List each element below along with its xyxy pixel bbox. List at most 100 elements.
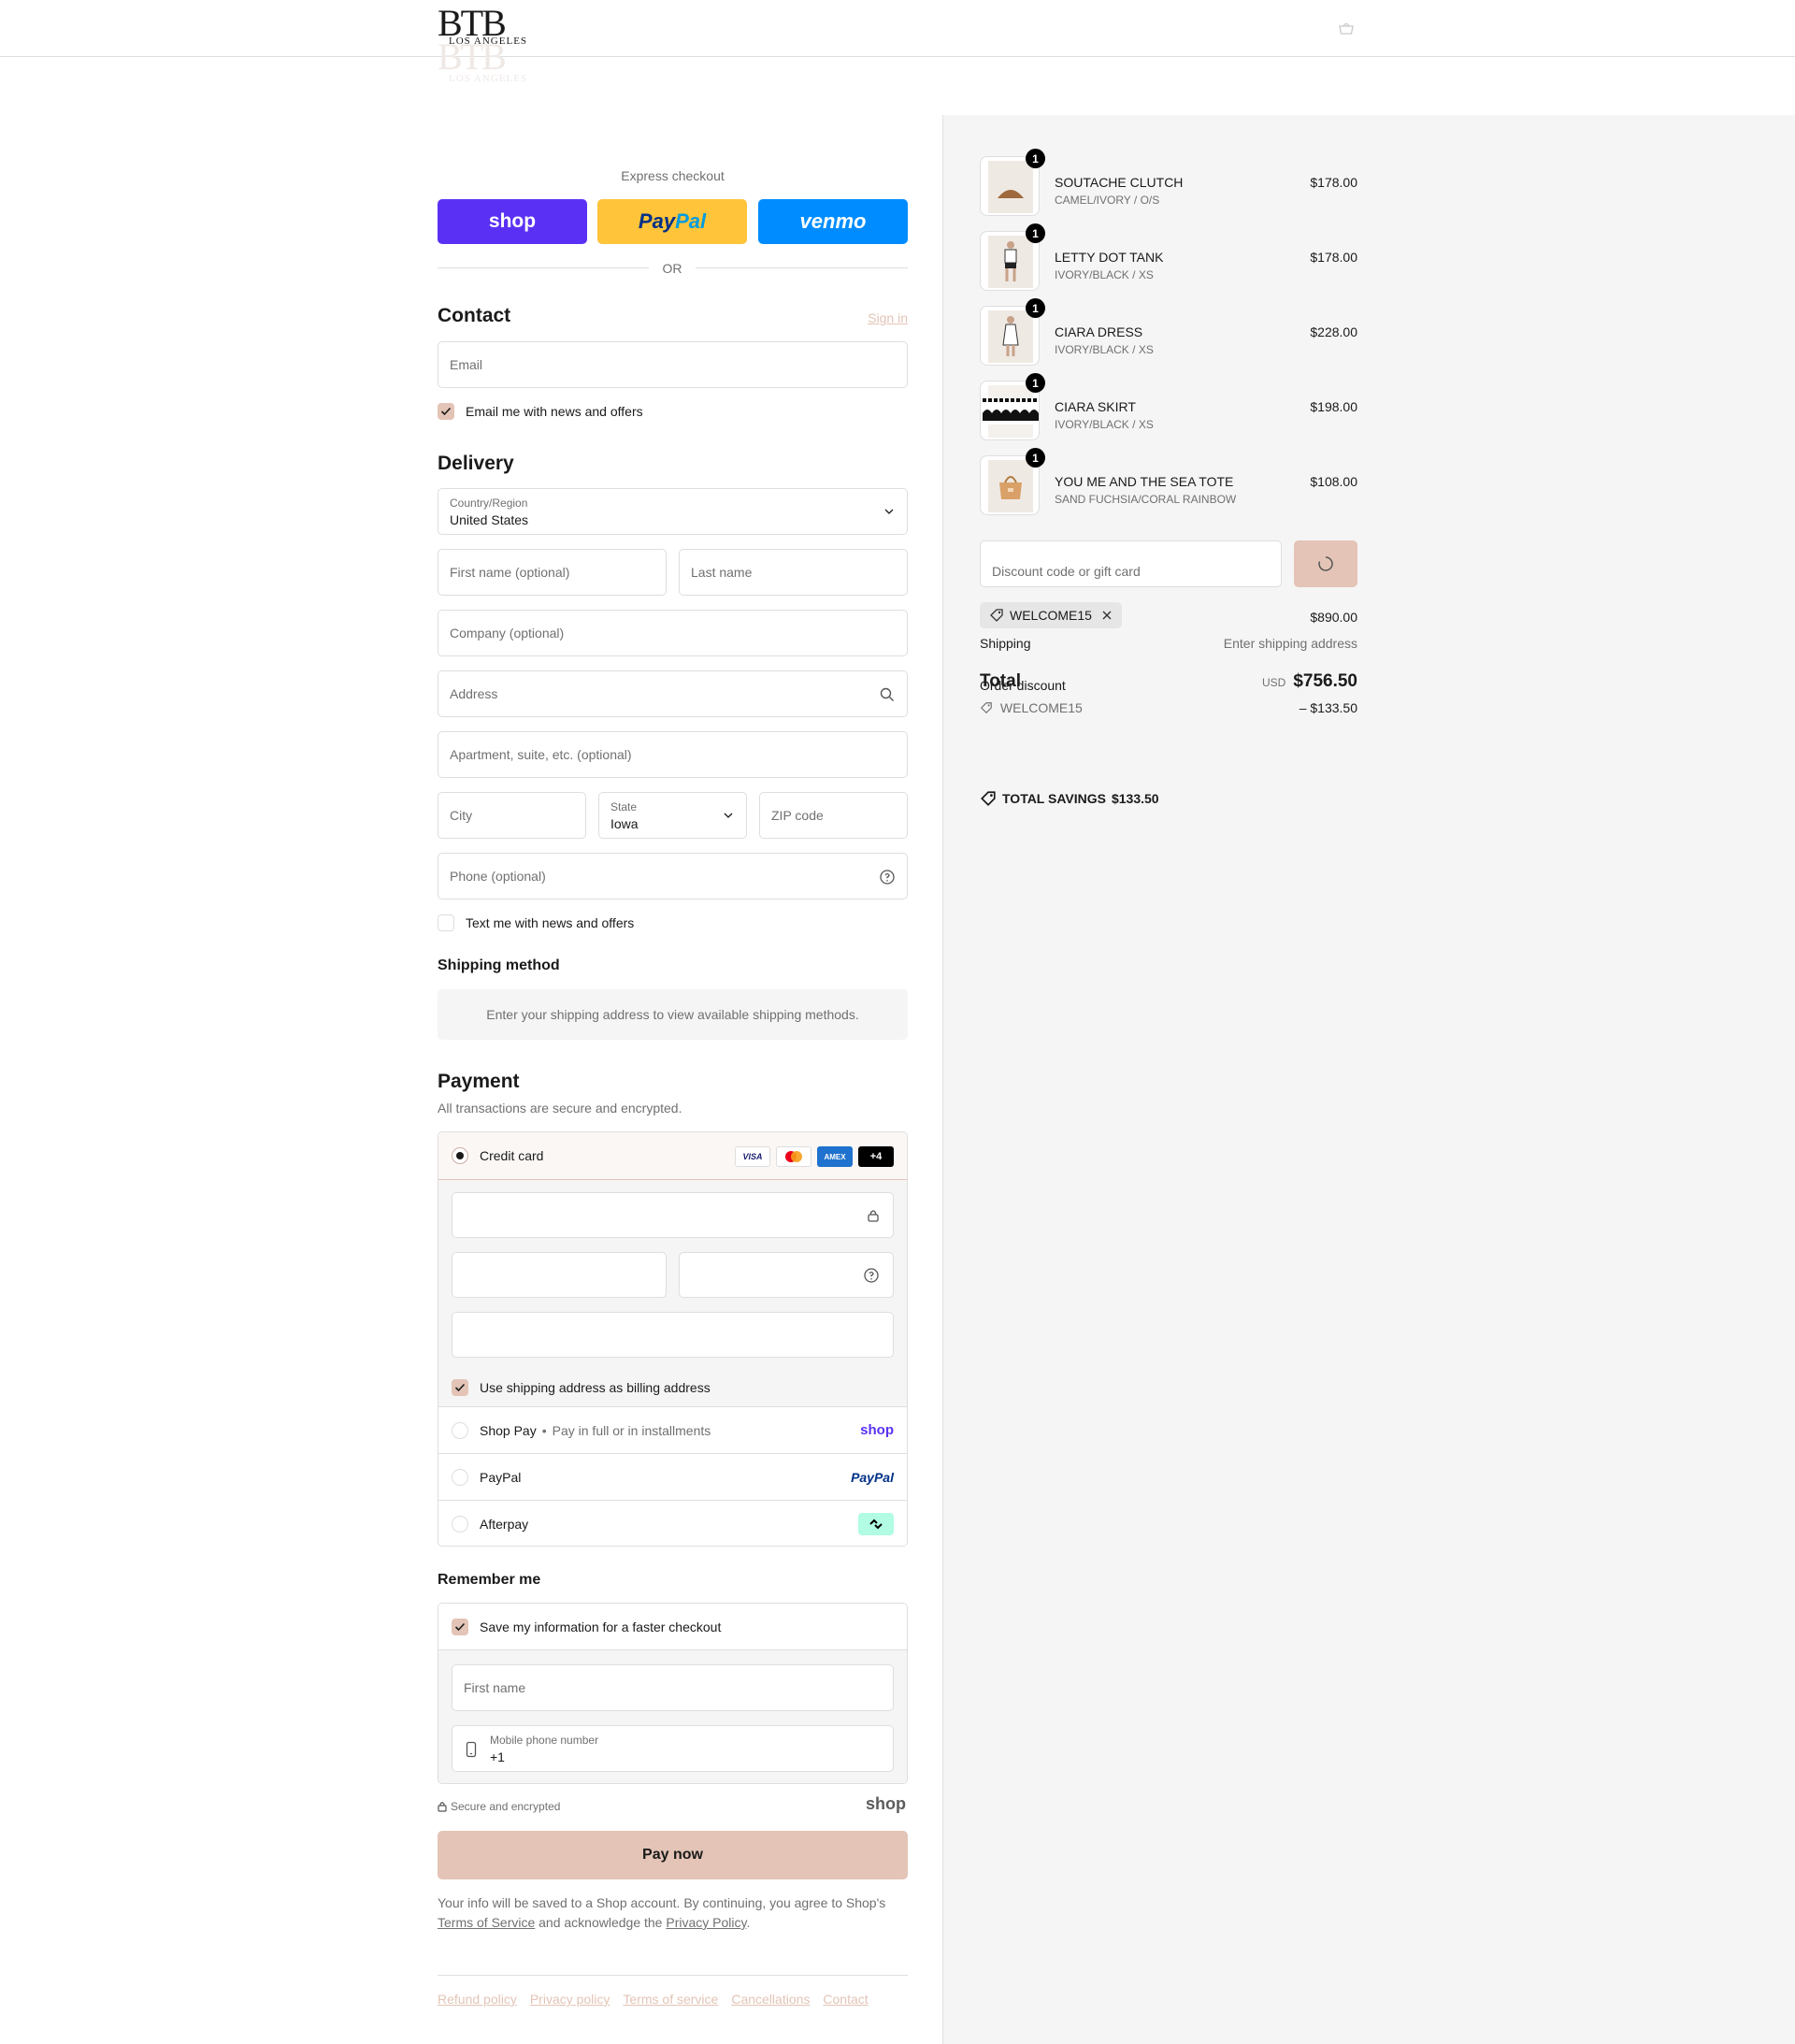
more-cards-badge: +4 [858, 1146, 894, 1167]
shop-pay-logo: shop [860, 1422, 894, 1438]
item-price: $178.00 [1310, 250, 1357, 265]
shop-pay-sublabel: Pay in full or in installments [552, 1422, 711, 1438]
item-variant: IVORY/BLACK / XS [1055, 418, 1154, 431]
help-icon[interactable] [879, 869, 896, 885]
billing-same-checkbox[interactable] [452, 1379, 468, 1396]
sms-label: Text me with news and offers [466, 915, 635, 930]
footer-divider [438, 1975, 908, 1976]
cancellations-link[interactable]: Cancellations [731, 1992, 810, 2007]
save-info-row[interactable]: Save my information for a faster checkou… [438, 1604, 907, 1650]
security-code-field[interactable] [679, 1252, 894, 1298]
paypal-express-button[interactable]: Pay Pal [597, 199, 747, 244]
savings-label: TOTAL SAVINGS [1002, 791, 1106, 806]
item-price: $228.00 [1310, 324, 1357, 339]
total-amount: $756.50 [1293, 671, 1357, 691]
remember-me-form: First name Mobile phone number +1 [438, 1650, 907, 1783]
shop-pay-label: Shop Pay [480, 1422, 537, 1438]
apartment-field[interactable]: Apartment, suite, etc. (optional) [438, 731, 908, 778]
privacy-policy-link[interactable]: Privacy Policy [666, 1915, 746, 1930]
phone-field[interactable]: Phone (optional) [438, 853, 908, 900]
loading-spinner-icon [1318, 556, 1333, 571]
contact-link[interactable]: Contact [823, 1992, 868, 2007]
amex-icon: AMEX [817, 1146, 853, 1167]
payment-title: Payment [438, 1071, 520, 1092]
item-name: YOU ME AND THE SEA TOTE [1055, 474, 1234, 489]
savings-value: $133.50 [1111, 791, 1159, 806]
billing-same-row[interactable]: Use shipping address as billing address [452, 1379, 711, 1396]
shop-pay-option[interactable]: Shop Pay • Pay in full or in installment… [438, 1406, 907, 1453]
paypal-logo: PayPal [851, 1469, 894, 1485]
terms-of-service-link[interactable]: Terms of Service [438, 1915, 535, 1930]
discount-code-name: WELCOME15 [999, 700, 1083, 715]
sign-in-link[interactable]: Sign in [868, 310, 908, 325]
sms-checkbox[interactable] [438, 914, 454, 931]
tag-icon [980, 702, 992, 714]
chevron-down-icon [884, 509, 894, 514]
shop-pay-radio[interactable] [452, 1421, 468, 1439]
state-select[interactable]: State Iowa [598, 792, 747, 839]
paypal-option[interactable]: PayPal PayPal [438, 1453, 907, 1500]
item-variant: SAND FUCHSIA/CORAL RAINBOW [1055, 493, 1237, 506]
company-field[interactable]: Company (optional) [438, 610, 908, 656]
mobile-phone-field[interactable]: Mobile phone number +1 [452, 1725, 894, 1772]
card-logos: VISA AMEX +4 [735, 1146, 894, 1167]
zip-field[interactable]: ZIP code [759, 792, 908, 839]
check-icon [454, 1622, 466, 1631]
quantity-badge: 1 [1026, 298, 1045, 318]
name-on-card-field[interactable] [452, 1312, 894, 1358]
logo-watermark: BTB LOS ANGELES [438, 36, 528, 85]
paypal-radio[interactable] [452, 1468, 468, 1486]
refund-policy-link[interactable]: Refund policy [438, 1992, 517, 2007]
save-info-checkbox[interactable] [452, 1618, 468, 1635]
item-price: $178.00 [1310, 175, 1357, 190]
chevron-down-icon [724, 813, 733, 818]
expiration-date-field[interactable] [452, 1252, 667, 1298]
secure-text: Secure and encrypted [451, 1800, 561, 1813]
cart-item: 1 YOU ME AND THE SEA TOTE SAND FUCHSIA/C… [980, 448, 1357, 515]
city-field[interactable]: City [438, 792, 586, 839]
help-icon[interactable] [863, 1267, 880, 1284]
privacy-policy-footer-link[interactable]: Privacy policy [530, 1992, 610, 2007]
card-number-field[interactable] [452, 1192, 894, 1238]
currency-code: USD [1261, 676, 1286, 689]
newsletter-checkbox-row[interactable]: Email me with news and offers [438, 403, 643, 420]
applied-discount-chip: WELCOME15 [980, 602, 1122, 628]
order-discount-label: Order discount [980, 678, 1066, 693]
apply-discount-button[interactable] [1294, 540, 1357, 587]
country-select[interactable]: Country/Region United States [438, 488, 908, 535]
address-field[interactable]: Address [438, 670, 908, 717]
separator-dot: • [541, 1422, 547, 1438]
legal-text: Your info will be saved to a Shop accoun… [438, 1895, 886, 1930]
pay-now-button[interactable]: Pay now [438, 1831, 908, 1879]
item-price: $108.00 [1310, 474, 1357, 489]
shopping-bag-icon[interactable] [1337, 21, 1356, 36]
newsletter-label: Email me with news and offers [466, 404, 643, 419]
total-value: USD $756.50 [1262, 671, 1357, 692]
lock-icon [868, 1210, 879, 1222]
item-name: LETTY DOT TANK [1055, 250, 1164, 265]
email-field[interactable]: Email [438, 341, 908, 388]
last-name-field[interactable]: Last name [679, 549, 908, 596]
afterpay-option[interactable]: Afterpay [438, 1500, 907, 1546]
payment-methods: Credit card VISA AMEX +4 Use shipping ad… [438, 1131, 908, 1547]
venmo-express-button[interactable]: venmo [758, 199, 908, 244]
credit-card-option[interactable]: Credit card VISA AMEX +4 [438, 1132, 907, 1180]
close-icon[interactable] [1101, 610, 1113, 621]
item-name: SOUTACHE CLUTCH [1055, 175, 1184, 190]
first-name-field[interactable]: First name (optional) [438, 549, 667, 596]
discount-code-field[interactable]: Discount code or gift card [980, 540, 1282, 587]
terms-of-service-footer-link[interactable]: Terms of service [623, 1992, 718, 2007]
sms-checkbox-row[interactable]: Text me with news and offers [438, 914, 634, 931]
quantity-badge: 1 [1026, 448, 1045, 468]
item-variant: IVORY/BLACK / XS [1055, 268, 1154, 281]
cart-item: 1 CIARA SKIRT IVORY/BLACK / XS $198.00 [980, 373, 1357, 440]
newsletter-checkbox[interactable] [438, 403, 454, 420]
credit-card-radio[interactable] [452, 1147, 468, 1164]
item-price: $198.00 [1310, 399, 1357, 414]
credit-card-label: Credit card [480, 1148, 544, 1163]
afterpay-radio[interactable] [452, 1515, 468, 1533]
search-icon [880, 687, 894, 701]
shop-pay-express-button[interactable]: shop [438, 199, 587, 244]
remember-first-name-field[interactable]: First name [452, 1664, 894, 1711]
shipping-label: Shipping [980, 636, 1031, 651]
